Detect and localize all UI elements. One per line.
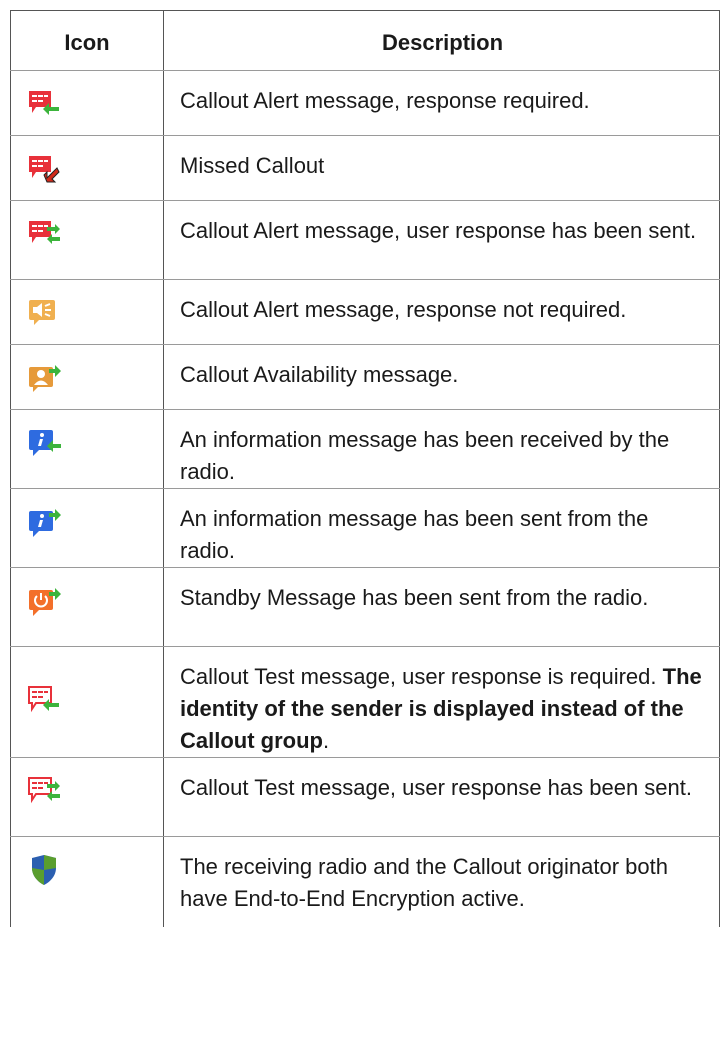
row-description: An information message has been received…	[180, 427, 670, 484]
table-row: An information message has been sent fro…	[10, 489, 720, 568]
row-description: Callout Test message, user response is r…	[180, 664, 702, 753]
encryption-shield-icon	[32, 855, 56, 885]
callout-availability-icon	[29, 365, 61, 392]
table-row: An information message has been received…	[10, 410, 720, 489]
row-description: Missed Callout	[180, 153, 325, 178]
table-header-row: Icon Description	[10, 10, 720, 71]
row-description: Callout Alert message, response required…	[180, 88, 590, 113]
row-description: The receiving radio and the Callout orig…	[180, 854, 668, 911]
table-row: Callout Test message, user response is r…	[10, 647, 720, 758]
table-row: Standby Message has been sent from the r…	[10, 568, 720, 647]
info-sent-icon	[29, 509, 61, 537]
row-description: An information message has been sent fro…	[180, 506, 649, 563]
table-row: Callout Alert message, user response has…	[10, 201, 720, 280]
header-description-cell: Description	[164, 10, 720, 70]
missed-callout-icon	[29, 156, 60, 183]
table-row: The receiving radio and the Callout orig…	[10, 837, 720, 927]
callout-test-response-sent-icon	[28, 777, 60, 804]
row-description: Callout Alert message, user response has…	[180, 218, 697, 243]
row-description: Standby Message has been sent from the r…	[180, 585, 649, 610]
callout-alert-response-required-icon	[29, 91, 59, 115]
row-description: Callout Availability message.	[180, 362, 459, 387]
row-description: Callout Test message, user response has …	[180, 775, 693, 800]
callout-alert-response-sent-icon	[29, 221, 60, 244]
callout-alert-no-response-icon	[29, 300, 55, 325]
callout-test-response-required-icon	[28, 686, 59, 713]
table-row: Callout Test message, user response has …	[10, 758, 720, 837]
header-icon-cell: Icon	[10, 10, 164, 70]
table-row: Callout Alert message, response required…	[10, 71, 720, 136]
table-row: Missed Callout	[10, 136, 720, 201]
icon-table: Icon Description Callout Alert message, …	[10, 10, 720, 927]
row-description: Callout Alert message, response not requ…	[180, 297, 627, 322]
info-received-icon	[29, 430, 61, 456]
standby-sent-icon	[29, 588, 61, 616]
table-row: Callout Alert message, response not requ…	[10, 280, 720, 345]
table-row: Callout Availability message.	[10, 345, 720, 410]
